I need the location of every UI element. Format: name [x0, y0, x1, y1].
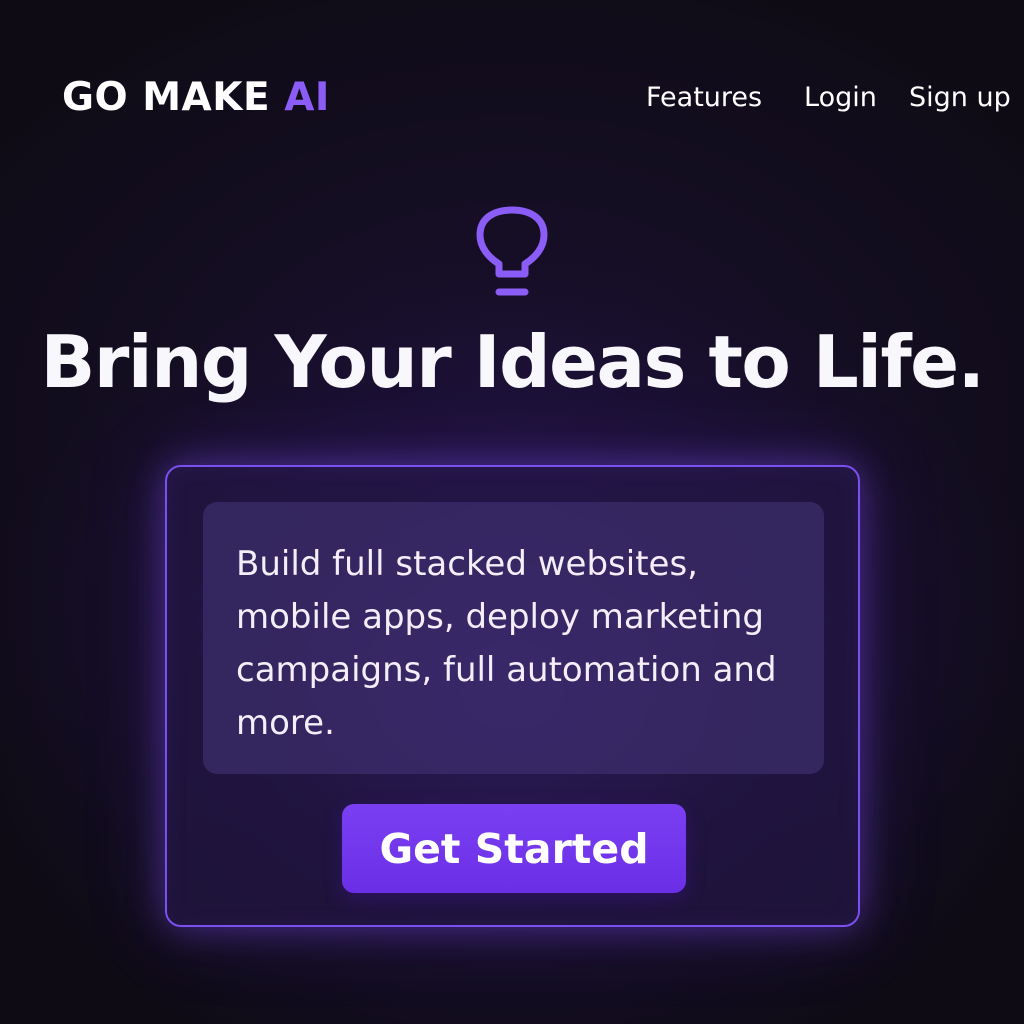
lightbulb-icon: [476, 206, 548, 296]
feature-card: Build full stacked websites, mobile apps…: [165, 465, 860, 927]
description-panel: Build full stacked websites, mobile apps…: [203, 502, 824, 774]
nav-link-login[interactable]: Login: [804, 84, 877, 111]
brand-logo[interactable]: GO MAKE AI: [62, 78, 330, 117]
nav-link-features[interactable]: Features: [646, 84, 762, 111]
nav-link-signup[interactable]: Sign up: [909, 84, 1011, 111]
hero-headline: Bring Your Ideas to Life.: [40, 320, 985, 404]
brand-logo-accent: AI: [284, 75, 330, 120]
get-started-button[interactable]: Get Started: [342, 804, 686, 893]
brand-logo-text: GO MAKE: [62, 75, 285, 120]
card-description: Build full stacked websites, mobile apps…: [236, 544, 777, 743]
